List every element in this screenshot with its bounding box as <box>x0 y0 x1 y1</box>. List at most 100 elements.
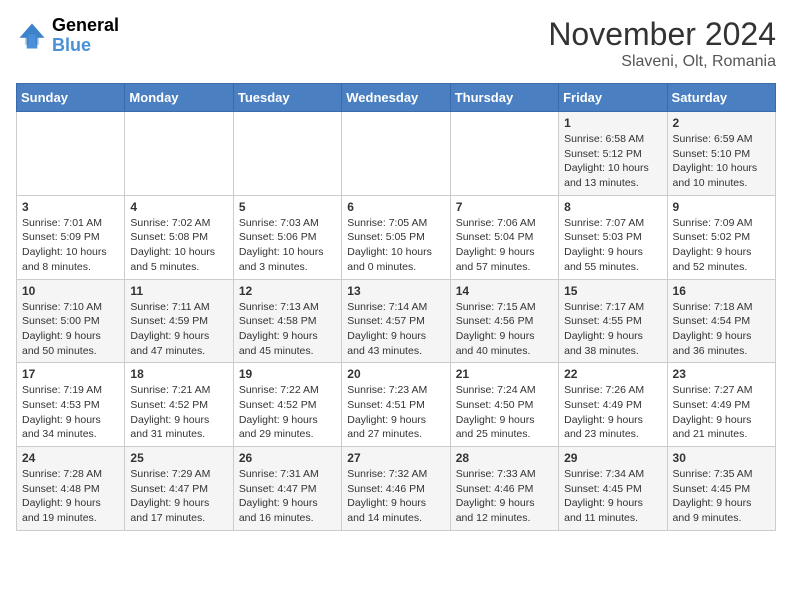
calendar-cell: 6 Sunrise: 7:05 AM Sunset: 5:05 PM Daylig… <box>342 195 450 279</box>
day-number: 4 <box>130 200 227 214</box>
day-info: Sunrise: 7:22 AM Sunset: 4:52 PM Dayligh… <box>239 383 336 442</box>
day-number: 28 <box>456 451 553 465</box>
day-number: 24 <box>22 451 119 465</box>
day-info: Sunrise: 7:14 AM Sunset: 4:57 PM Dayligh… <box>347 300 444 359</box>
calendar-cell <box>125 112 233 196</box>
day-number: 16 <box>673 284 770 298</box>
day-number: 15 <box>564 284 661 298</box>
title-block: November 2024 Slaveni, Olt, Romania <box>548 16 776 71</box>
day-info: Sunrise: 7:19 AM Sunset: 4:53 PM Dayligh… <box>22 383 119 442</box>
calendar-cell: 16 Sunrise: 7:18 AM Sunset: 4:54 PM Dayli… <box>667 279 775 363</box>
day-number: 21 <box>456 367 553 381</box>
day-info: Sunrise: 7:24 AM Sunset: 4:50 PM Dayligh… <box>456 383 553 442</box>
calendar-cell: 20Sunrise: 7:23 AM Sunset: 4:51 PM Dayli… <box>342 363 450 447</box>
day-info: Sunrise: 7:05 AM Sunset: 5:05 PM Dayligh… <box>347 216 444 275</box>
day-number: 5 <box>239 200 336 214</box>
day-number: 20 <box>347 367 444 381</box>
calendar-cell: 27 Sunrise: 7:32 AM Sunset: 4:46 PM Dayli… <box>342 447 450 531</box>
calendar-cell: 15 Sunrise: 7:17 AM Sunset: 4:55 PM Dayli… <box>559 279 667 363</box>
day-header-monday: Monday <box>125 84 233 112</box>
day-header-thursday: Thursday <box>450 84 558 112</box>
day-info: Sunrise: 6:59 AM Sunset: 5:10 PM Dayligh… <box>673 132 770 191</box>
day-info: Sunrise: 7:09 AM Sunset: 5:02 PM Dayligh… <box>673 216 770 275</box>
calendar-cell: 7 Sunrise: 7:06 AM Sunset: 5:04 PM Daylig… <box>450 195 558 279</box>
day-number: 25 <box>130 451 227 465</box>
day-info: Sunrise: 7:06 AM Sunset: 5:04 PM Dayligh… <box>456 216 553 275</box>
day-number: 14 <box>456 284 553 298</box>
day-info: Sunrise: 7:03 AM Sunset: 5:06 PM Dayligh… <box>239 216 336 275</box>
calendar-cell: 13 Sunrise: 7:14 AM Sunset: 4:57 PM Dayli… <box>342 279 450 363</box>
calendar-cell: 4Sunrise: 7:02 AM Sunset: 5:08 PM Daylig… <box>125 195 233 279</box>
day-header-sunday: Sunday <box>17 84 125 112</box>
day-info: Sunrise: 7:28 AM Sunset: 4:48 PM Dayligh… <box>22 467 119 526</box>
day-info: Sunrise: 7:34 AM Sunset: 4:45 PM Dayligh… <box>564 467 661 526</box>
day-header-saturday: Saturday <box>667 84 775 112</box>
day-number: 11 <box>130 284 227 298</box>
calendar-cell: 5 Sunrise: 7:03 AM Sunset: 5:06 PM Daylig… <box>233 195 341 279</box>
calendar-cell: 11 Sunrise: 7:11 AM Sunset: 4:59 PM Dayli… <box>125 279 233 363</box>
day-number: 1 <box>564 116 661 130</box>
day-number: 23 <box>673 367 770 381</box>
day-header-friday: Friday <box>559 84 667 112</box>
day-header-wednesday: Wednesday <box>342 84 450 112</box>
day-info: Sunrise: 7:11 AM Sunset: 4:59 PM Dayligh… <box>130 300 227 359</box>
day-number: 27 <box>347 451 444 465</box>
day-number: 19 <box>239 367 336 381</box>
day-info: Sunrise: 7:35 AM Sunset: 4:45 PM Dayligh… <box>673 467 770 526</box>
day-number: 2 <box>673 116 770 130</box>
month-title: November 2024 <box>548 16 776 53</box>
page-header: General Blue November 2024 Slaveni, Olt,… <box>16 16 776 71</box>
calendar: SundayMondayTuesdayWednesdayThursdayFrid… <box>16 83 776 531</box>
day-info: Sunrise: 7:33 AM Sunset: 4:46 PM Dayligh… <box>456 467 553 526</box>
calendar-cell: 25Sunrise: 7:29 AM Sunset: 4:47 PM Dayli… <box>125 447 233 531</box>
logo-text: General Blue <box>52 16 119 56</box>
calendar-cell: 28 Sunrise: 7:33 AM Sunset: 4:46 PM Dayli… <box>450 447 558 531</box>
calendar-header: SundayMondayTuesdayWednesdayThursdayFrid… <box>17 84 776 112</box>
calendar-body: 1Sunrise: 6:58 AM Sunset: 5:12 PM Daylig… <box>17 112 776 531</box>
day-number: 12 <box>239 284 336 298</box>
day-info: Sunrise: 7:17 AM Sunset: 4:55 PM Dayligh… <box>564 300 661 359</box>
calendar-cell <box>17 112 125 196</box>
calendar-cell: 19 Sunrise: 7:22 AM Sunset: 4:52 PM Dayli… <box>233 363 341 447</box>
day-info: Sunrise: 7:27 AM Sunset: 4:49 PM Dayligh… <box>673 383 770 442</box>
calendar-cell: 22 Sunrise: 7:26 AM Sunset: 4:49 PM Dayli… <box>559 363 667 447</box>
day-number: 18 <box>130 367 227 381</box>
day-number: 6 <box>347 200 444 214</box>
day-header-tuesday: Tuesday <box>233 84 341 112</box>
day-info: Sunrise: 7:18 AM Sunset: 4:54 PM Dayligh… <box>673 300 770 359</box>
day-number: 7 <box>456 200 553 214</box>
day-number: 8 <box>564 200 661 214</box>
calendar-cell: 26Sunrise: 7:31 AM Sunset: 4:47 PM Dayli… <box>233 447 341 531</box>
day-number: 3 <box>22 200 119 214</box>
calendar-cell: 29 Sunrise: 7:34 AM Sunset: 4:45 PM Dayli… <box>559 447 667 531</box>
calendar-cell: 17Sunrise: 7:19 AM Sunset: 4:53 PM Dayli… <box>17 363 125 447</box>
location: Slaveni, Olt, Romania <box>548 53 776 71</box>
calendar-cell <box>450 112 558 196</box>
logo-icon <box>16 20 48 52</box>
calendar-cell: 30 Sunrise: 7:35 AM Sunset: 4:45 PM Dayli… <box>667 447 775 531</box>
calendar-cell: 23 Sunrise: 7:27 AM Sunset: 4:49 PM Dayli… <box>667 363 775 447</box>
day-number: 9 <box>673 200 770 214</box>
calendar-cell <box>342 112 450 196</box>
calendar-cell: 9 Sunrise: 7:09 AM Sunset: 5:02 PM Daylig… <box>667 195 775 279</box>
calendar-cell: 8Sunrise: 7:07 AM Sunset: 5:03 PM Daylig… <box>559 195 667 279</box>
day-info: Sunrise: 7:01 AM Sunset: 5:09 PM Dayligh… <box>22 216 119 275</box>
day-number: 13 <box>347 284 444 298</box>
calendar-cell: 1Sunrise: 6:58 AM Sunset: 5:12 PM Daylig… <box>559 112 667 196</box>
day-info: Sunrise: 7:21 AM Sunset: 4:52 PM Dayligh… <box>130 383 227 442</box>
calendar-cell: 3 Sunrise: 7:01 AM Sunset: 5:09 PM Daylig… <box>17 195 125 279</box>
day-number: 10 <box>22 284 119 298</box>
calendar-cell: 21 Sunrise: 7:24 AM Sunset: 4:50 PM Dayli… <box>450 363 558 447</box>
day-info: Sunrise: 7:26 AM Sunset: 4:49 PM Dayligh… <box>564 383 661 442</box>
day-number: 22 <box>564 367 661 381</box>
day-info: Sunrise: 7:10 AM Sunset: 5:00 PM Dayligh… <box>22 300 119 359</box>
calendar-cell: 2 Sunrise: 6:59 AM Sunset: 5:10 PM Daylig… <box>667 112 775 196</box>
day-number: 29 <box>564 451 661 465</box>
calendar-cell: 10 Sunrise: 7:10 AM Sunset: 5:00 PM Dayli… <box>17 279 125 363</box>
logo: General Blue <box>16 16 119 56</box>
day-number: 30 <box>673 451 770 465</box>
calendar-cell: 12Sunrise: 7:13 AM Sunset: 4:58 PM Dayli… <box>233 279 341 363</box>
calendar-cell: 14 Sunrise: 7:15 AM Sunset: 4:56 PM Dayli… <box>450 279 558 363</box>
day-info: Sunrise: 7:32 AM Sunset: 4:46 PM Dayligh… <box>347 467 444 526</box>
day-info: Sunrise: 7:15 AM Sunset: 4:56 PM Dayligh… <box>456 300 553 359</box>
